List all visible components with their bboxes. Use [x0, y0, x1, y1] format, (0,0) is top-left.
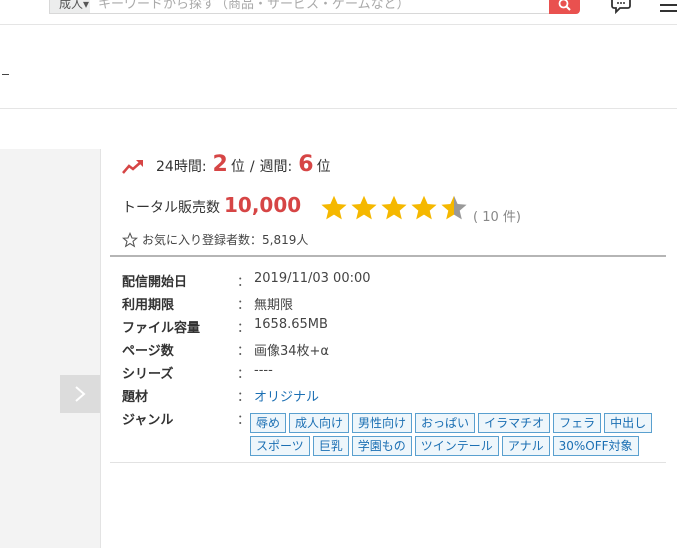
chevron-right-icon [75, 386, 86, 402]
genre-tag[interactable]: 成人向け [289, 413, 350, 433]
rank-week-value: 6 [298, 152, 314, 177]
thumbnail-panel [0, 149, 101, 548]
genre-tag[interactable]: 中出し [604, 413, 653, 433]
chat-icon[interactable] [611, 0, 631, 18]
detail-key: 題材 [122, 390, 149, 405]
total-sales: トータル販売数 10,000 [122, 193, 301, 217]
category-band [0, 24, 677, 109]
detail-key: シリーズ [122, 367, 174, 382]
genre-tag[interactable]: 30%OFF対象 [552, 436, 639, 456]
genre-tag[interactable]: アナル [501, 436, 550, 456]
rank-separator: / [249, 159, 255, 175]
genre-tag[interactable]: 辱め [250, 413, 287, 433]
next-image-button[interactable] [60, 375, 100, 413]
subject-link[interactable]: オリジナル [254, 386, 319, 405]
detail-colon: ： [237, 367, 251, 382]
star-outline-icon[interactable] [122, 231, 138, 248]
detail-value: 無期限 [254, 298, 294, 313]
detail-value: 1658.65MB [254, 317, 328, 332]
genre-tag[interactable]: フェラ [553, 413, 602, 433]
detail-colon: ： [237, 321, 251, 336]
review-count-link[interactable]: ( 10 件) [473, 206, 521, 225]
detail-colon: ： [237, 413, 251, 428]
top-header: 成人▾ [0, 0, 677, 25]
search-icon [558, 0, 571, 11]
genre-tag[interactable]: ツインテール [414, 436, 499, 456]
total-sales-label: トータル販売数 [122, 200, 220, 216]
genre-tag[interactable]: 男性向け [352, 413, 413, 433]
genre-tag[interactable]: 学園もの [351, 436, 412, 456]
rank-week-label: 週間: [259, 159, 293, 175]
ranking-line: 24時間: 2 位 / 週間: 6 位 [122, 152, 331, 182]
genre-tag[interactable]: おっぱい [415, 413, 476, 433]
star-icon [321, 195, 347, 220]
detail-key: 利用期限 [122, 298, 175, 313]
search-button[interactable] [549, 0, 580, 14]
rank-24h-label: 24時間: [156, 159, 207, 175]
rank-week-unit: 位 [316, 159, 331, 175]
rank-24h-unit: 位 [230, 159, 245, 175]
detail-key: ジャンル [122, 413, 174, 428]
genre-tag[interactable]: スポーツ [250, 436, 310, 456]
rating-stars[interactable] [320, 194, 470, 222]
detail-value: 画像34枚+α [254, 344, 330, 359]
detail-key: ファイル容量 [122, 321, 201, 336]
genre-tags: 辱め 成人向け 男性向け おっぱい イラマチオ フェラ 中出しスポーツ 巨乳 学園もの ツインテー… [250, 413, 670, 459]
star-icon [441, 195, 467, 220]
section-divider [110, 255, 666, 257]
dash-mark [2, 74, 9, 75]
favorites-count: お気に入り登録者数：5,819人 [122, 231, 308, 248]
detail-value: 2019/11/03 00:00 [254, 271, 371, 286]
detail-colon: ： [237, 275, 251, 290]
genre-tag[interactable]: イラマチオ [478, 413, 551, 433]
genre-tag[interactable]: 巨乳 [312, 436, 349, 456]
detail-key: 配信開始日 [122, 275, 188, 290]
search-input[interactable] [90, 0, 549, 15]
rank-24h-value: 2 [212, 152, 228, 177]
star-icon [411, 195, 437, 220]
total-sales-value: 10,000 [224, 193, 302, 217]
menu-icon[interactable] [660, 0, 677, 18]
star-icon [381, 195, 407, 220]
bottom-divider [110, 462, 666, 463]
star-icon [351, 195, 377, 220]
detail-colon: ： [237, 390, 251, 405]
detail-colon: ： [237, 344, 251, 359]
search-scope-dropdown[interactable]: 成人▾ [49, 0, 91, 14]
favorites-text: お気に入り登録者数：5,819人 [142, 233, 309, 247]
detail-colon: ： [237, 298, 251, 313]
trend-up-icon [122, 160, 143, 174]
search-box [90, 0, 550, 15]
detail-key: ページ数 [122, 344, 174, 359]
detail-value: ---- [254, 363, 273, 378]
